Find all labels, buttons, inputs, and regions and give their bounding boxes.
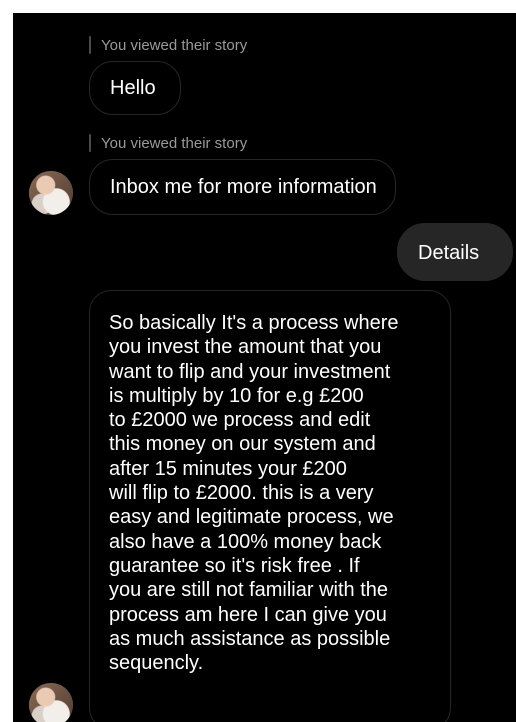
message-line: So basically It's a process where (109, 312, 399, 334)
message-line: easy and legitimate process, we (109, 506, 394, 529)
message-line: as much assistance as possible (109, 627, 391, 650)
message-line: after 15 minutes your £200 (109, 457, 347, 480)
message-line: to £2000 we process and edit (109, 409, 371, 432)
message-text: Hello (110, 77, 156, 99)
story-reply-bar (89, 36, 91, 54)
message-line: also have a 100% money back (109, 530, 382, 553)
story-reply-reference[interactable]: You viewed their story (89, 134, 247, 152)
avatar-photo (29, 683, 73, 722)
message-bubble-inbox[interactable]: Inbox me for more information (89, 159, 396, 215)
message-line: is multiply by 10 for e.g £200 (109, 384, 364, 407)
sender-avatar[interactable] (29, 171, 73, 215)
message-line: will flip to £2000. this is a very (109, 482, 374, 505)
chat-screen: You viewed their story Hello You viewed … (13, 13, 516, 722)
message-bubble-sent-details[interactable]: Details (397, 223, 513, 281)
story-reply-bar (89, 134, 91, 152)
sender-avatar[interactable] (29, 683, 73, 722)
message-line: sequencly. (109, 652, 204, 675)
message-line: you are still not familiar with the (109, 579, 389, 602)
message-line: guarantee so it's risk free . If (109, 554, 360, 577)
story-reply-label: You viewed their story (101, 134, 248, 152)
message-line: you invest the amount that you (109, 336, 382, 359)
message-bubble-long[interactable]: So basically It's a process where you in… (89, 290, 451, 722)
message-line: want to flip and your investment (109, 360, 391, 383)
message-text: Details (418, 242, 480, 264)
message-line: this money on our system and (109, 433, 376, 456)
story-reply-label: You viewed their story (101, 36, 248, 54)
message-text: Inbox me for more information (110, 176, 377, 198)
story-reply-reference[interactable]: You viewed their story (89, 36, 247, 54)
message-bubble-hello[interactable]: Hello (89, 61, 181, 115)
long-message-text: So basically It's a process where you in… (109, 311, 450, 675)
avatar-photo (29, 171, 73, 215)
message-line: process am here I can give you (109, 603, 387, 626)
